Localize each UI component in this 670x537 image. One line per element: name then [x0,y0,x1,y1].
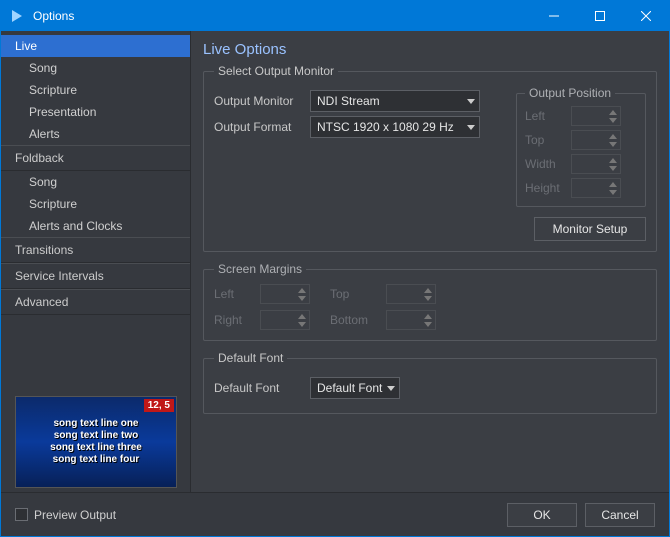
output-monitor-label: Output Monitor [214,94,310,108]
preview-line: song text line three [50,442,142,454]
preview-line: song text line one [53,418,138,430]
preview-output-label: Preview Output [34,508,116,522]
window-title: Options [33,9,531,23]
default-font-group: Default Font Default Font Default Font [203,351,657,414]
sidebar-item-foldback-scripture[interactable]: Scripture [1,193,190,215]
preview-line: song text line two [54,430,138,442]
chevron-up-icon [422,312,434,320]
output-format-select[interactable]: NTSC 1920 x 1080 29 Hz [310,116,480,138]
sidebar-item-foldback[interactable]: Foldback [1,145,190,171]
chevron-down-icon [607,188,619,196]
default-font-value: Default Font [317,381,382,395]
chevron-down-icon [296,320,308,328]
sidebar-item-live-presentation[interactable]: Presentation [1,101,190,123]
sidebar-item-foldback-song[interactable]: Song [1,171,190,193]
margin-right-input [260,310,310,330]
sidebar-item-live-scripture[interactable]: Scripture [1,79,190,101]
pos-height-label: Height [525,181,571,195]
sidebar-item-service-intervals[interactable]: Service Intervals [1,263,190,289]
sidebar-item-advanced[interactable]: Advanced [1,289,190,315]
screen-margins-legend: Screen Margins [214,262,306,276]
preview-badge: 12, 5 [144,399,174,412]
chevron-down-icon [296,294,308,302]
sidebar-item-transitions[interactable]: Transitions [1,237,190,263]
margin-bottom-input [386,310,436,330]
page-title: Live Options [203,41,657,58]
margin-left-input [260,284,310,304]
sidebar: Live Song Scripture Presentation Alerts … [1,31,191,492]
output-position-group: Output Position Left Top Width Height [516,86,646,207]
chevron-up-icon [296,312,308,320]
preview-line: song text line four [53,454,140,466]
output-monitor-group: Select Output Monitor Output Monitor NDI… [203,64,657,252]
margin-bottom-label: Bottom [330,313,386,327]
pos-left-label: Left [525,109,571,123]
maximize-button[interactable] [577,1,623,31]
pos-top-input [571,130,621,150]
pos-left-input [571,106,621,126]
titlebar: Options [1,1,669,31]
sidebar-group-singles: Transitions Service Intervals [1,237,190,289]
options-window: Options Live Song Scripture Presentation… [0,0,670,537]
sidebar-item-live-song[interactable]: Song [1,57,190,79]
margin-top-label: Top [330,287,386,301]
chevron-down-icon [387,384,395,392]
margin-left-label: Left [214,287,260,301]
margin-top-input [386,284,436,304]
sidebar-group-advanced: Advanced [1,289,190,315]
chevron-up-icon [607,156,619,164]
sidebar-item-live[interactable]: Live [1,35,190,57]
default-font-label: Default Font [214,381,310,395]
chevron-up-icon [422,286,434,294]
default-font-legend: Default Font [214,351,287,365]
chevron-down-icon [607,116,619,124]
chevron-down-icon [467,97,475,105]
pos-height-input [571,178,621,198]
screen-margins-group: Screen Margins Left Top Right Bottom [203,262,657,341]
output-monitor-select[interactable]: NDI Stream [310,90,480,112]
chevron-up-icon [296,286,308,294]
output-format-label: Output Format [214,120,310,134]
sidebar-group-foldback: Foldback Song Scripture Alerts and Clock… [1,145,190,237]
sidebar-group-live: Live Song Scripture Presentation Alerts [1,35,190,145]
chevron-down-icon [422,320,434,328]
pos-width-label: Width [525,157,571,171]
pos-width-input [571,154,621,174]
chevron-down-icon [607,164,619,172]
sidebar-item-live-alerts[interactable]: Alerts [1,123,190,145]
chevron-up-icon [607,108,619,116]
preview-thumbnail: 12, 5 song text line one song text line … [15,396,177,488]
content-pane: Live Options Select Output Monitor Outpu… [191,31,669,492]
default-font-select[interactable]: Default Font [310,377,400,399]
window-controls [531,1,669,31]
sidebar-item-foldback-alerts[interactable]: Alerts and Clocks [1,215,190,237]
chevron-up-icon [607,180,619,188]
output-monitor-value: NDI Stream [317,94,380,108]
dialog-footer: Preview Output OK Cancel [1,492,669,536]
output-monitor-legend: Select Output Monitor [214,64,338,78]
dialog-body: Live Song Scripture Presentation Alerts … [1,31,669,492]
minimize-button[interactable] [531,1,577,31]
margin-right-label: Right [214,313,260,327]
chevron-up-icon [607,132,619,140]
app-icon [9,8,25,24]
monitor-setup-button[interactable]: Monitor Setup [534,217,646,241]
cancel-button[interactable]: Cancel [585,503,655,527]
chevron-down-icon [467,123,475,131]
chevron-down-icon [607,140,619,148]
close-button[interactable] [623,1,669,31]
output-position-legend: Output Position [525,86,615,100]
pos-top-label: Top [525,133,571,147]
preview-output-checkbox[interactable] [15,508,28,521]
output-format-value: NTSC 1920 x 1080 29 Hz [317,120,454,134]
chevron-down-icon [422,294,434,302]
ok-button[interactable]: OK [507,503,577,527]
